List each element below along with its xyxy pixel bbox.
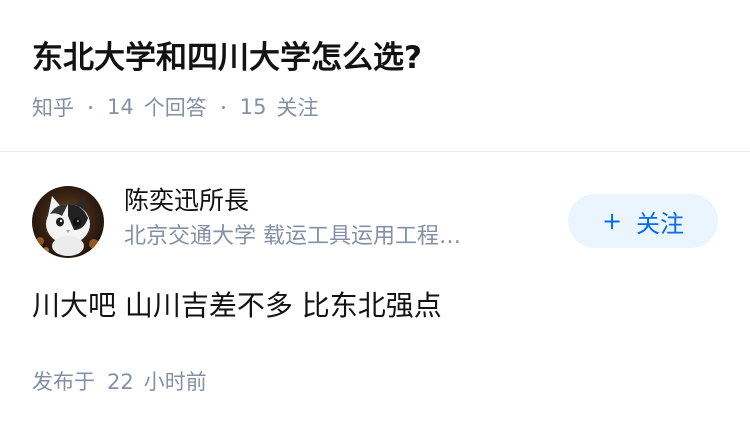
separator-dot bbox=[89, 105, 92, 109]
source-label[interactable]: 知乎 bbox=[32, 92, 74, 122]
separator-dot bbox=[221, 105, 225, 109]
cat-avatar-icon[interactable] bbox=[32, 186, 104, 258]
follow-button[interactable]: + 关注 bbox=[568, 194, 718, 248]
time-unit: 小时前 bbox=[143, 370, 207, 394]
author-name[interactable]: 陈奕迅所長 bbox=[124, 184, 524, 218]
answer-count: 14 bbox=[107, 95, 134, 119]
divider bbox=[0, 151, 750, 152]
follow-count-unit: 关注 bbox=[276, 96, 319, 120]
author-info: 陈奕迅所長 北京交通大学 载运工具运用工程… bbox=[124, 184, 524, 252]
question-header: 东北大学和四川大学怎么选? 知乎 14 个回答 15 关注 bbox=[32, 34, 718, 122]
plus-icon: + bbox=[601, 207, 623, 235]
author-headline: 北京交通大学 载运工具运用工程… bbox=[124, 224, 461, 249]
answer-card: 陈奕迅所長 北京交通大学 载运工具运用工程… + 关注 川大吧 山川吉差不多 比… bbox=[32, 178, 718, 396]
question-meta: 知乎 14 个回答 15 关注 bbox=[32, 92, 718, 122]
question-title[interactable]: 东北大学和四川大学怎么选? bbox=[32, 34, 718, 82]
answer-content[interactable]: 川大吧 山川吉差不多 比东北强点 bbox=[32, 286, 718, 326]
time-value: 22 bbox=[107, 370, 134, 394]
answer-time: 发布于 22 小时前 bbox=[32, 366, 718, 396]
answer-count-unit: 个回答 bbox=[143, 96, 207, 120]
follow-button-label: 关注 bbox=[636, 209, 685, 238]
follow-count: 15 bbox=[239, 95, 267, 119]
author-row: 陈奕迅所長 北京交通大学 载运工具运用工程… + 关注 bbox=[32, 178, 718, 268]
time-prefix: 发布于 bbox=[32, 370, 95, 394]
